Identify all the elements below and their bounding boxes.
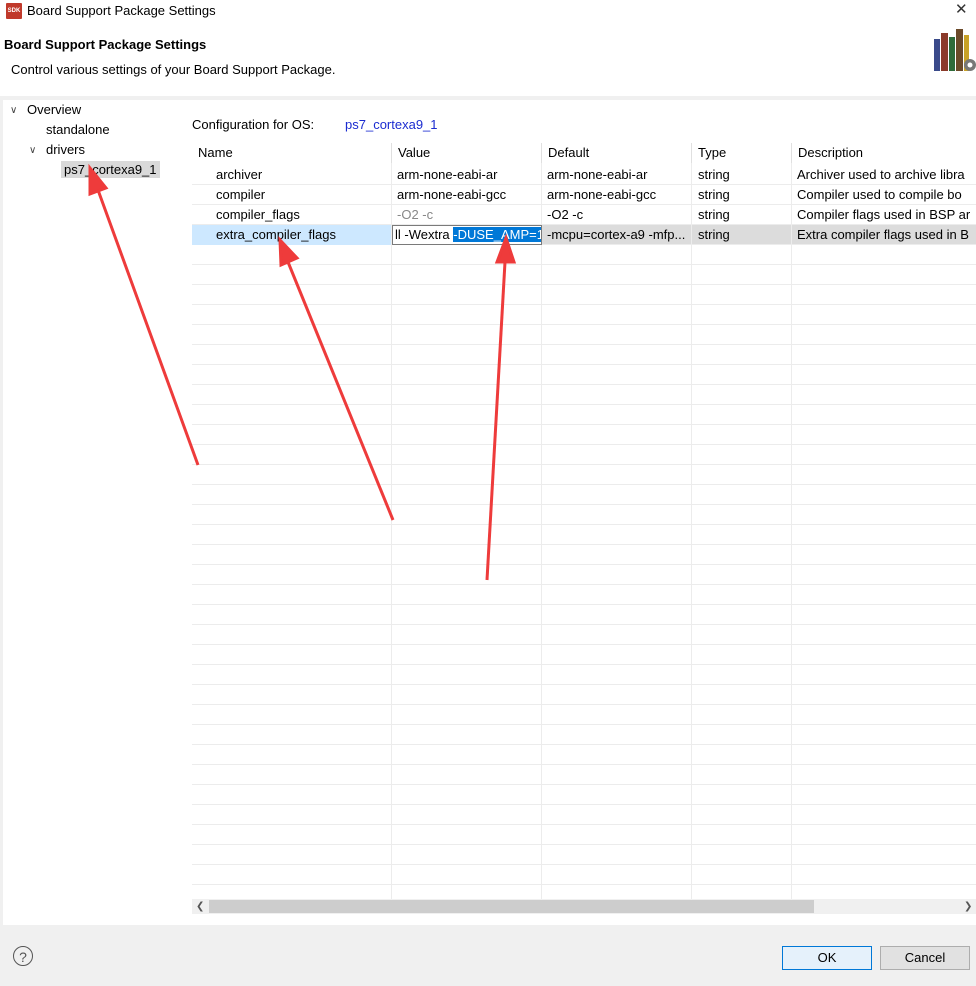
cell-type: string (692, 185, 792, 205)
cell-default: -mcpu=cortex-a9 -mfp... (542, 225, 692, 245)
empty-table-row (192, 865, 976, 885)
scroll-left-icon[interactable]: ❮ (196, 899, 204, 914)
cell-type: string (692, 225, 792, 245)
bsp-tree: ∨ Overview standalone ∨ drivers ps7_cort… (3, 100, 172, 925)
empty-table-row (192, 385, 976, 405)
empty-table-row (192, 785, 976, 805)
dialog-header: Board Support Package Settings Control v… (0, 22, 976, 96)
column-header-type[interactable]: Type (692, 143, 792, 163)
settings-table: Name Value Default Type Description arch… (192, 143, 976, 899)
cell-description: Extra compiler flags used in B (797, 227, 969, 242)
empty-table-row (192, 845, 976, 865)
cell-default: arm-none-eabi-gcc (542, 185, 692, 205)
column-header-value[interactable]: Value (392, 143, 542, 163)
empty-table-row (192, 285, 976, 305)
cell-default: arm-none-eabi-ar (542, 165, 692, 185)
cell-name: archiver (192, 165, 392, 185)
empty-table-row (192, 765, 976, 785)
close-icon[interactable]: ✕ (955, 0, 968, 18)
header-subtitle: Control various settings of your Board S… (11, 62, 336, 77)
empty-table-row (192, 705, 976, 725)
empty-table-row (192, 425, 976, 445)
tree-item-drivers[interactable]: drivers (46, 142, 85, 157)
empty-table-row (192, 825, 976, 845)
scrollbar-thumb[interactable] (209, 900, 814, 913)
cell-name: extra_compiler_flags (192, 225, 392, 245)
empty-table-row (192, 745, 976, 765)
cancel-button[interactable]: Cancel (880, 946, 970, 970)
cell-description: Compiler flags used in BSP ar (797, 207, 971, 222)
empty-table-row (192, 545, 976, 565)
cell-name: compiler_flags (192, 205, 392, 225)
tree-item-standalone[interactable]: standalone (46, 122, 110, 137)
empty-table-row (192, 265, 976, 285)
help-icon[interactable]: ? (13, 946, 33, 966)
cell-description: Archiver used to archive libra (797, 167, 965, 182)
empty-table-row (192, 445, 976, 465)
books-banner-icon (934, 29, 976, 71)
config-os-value: ps7_cortexa9_1 (345, 117, 438, 132)
empty-table-row (192, 725, 976, 745)
cell-value[interactable]: arm-none-eabi-gcc (392, 185, 542, 205)
cell-value[interactable]: -O2 -c (392, 205, 542, 225)
chevron-down-icon[interactable]: ∨ (10, 105, 17, 116)
empty-table-row (192, 645, 976, 665)
table-row-selected[interactable]: extra_compiler_flags ll -Wextra -DUSE_AM… (192, 225, 976, 245)
empty-table-row (192, 325, 976, 345)
column-header-name[interactable]: Name (192, 143, 392, 163)
empty-table-row (192, 485, 976, 505)
table-row[interactable]: compiler_flags -O2 -c -O2 -c string Comp… (192, 205, 976, 225)
ok-button[interactable]: OK (782, 946, 872, 970)
window-title: Board Support Package Settings (27, 3, 216, 18)
value-selected-text: -DUSE_AMP=1 (453, 227, 542, 242)
column-header-default[interactable]: Default (542, 143, 692, 163)
empty-table-row (192, 345, 976, 365)
empty-table-row (192, 885, 976, 899)
tree-item-overview[interactable]: Overview (27, 102, 81, 117)
empty-table-row (192, 625, 976, 645)
cell-type: string (692, 165, 792, 185)
tree-item-cpu[interactable]: ps7_cortexa9_1 (61, 161, 160, 178)
empty-table-row (192, 565, 976, 585)
table-row[interactable]: archiver arm-none-eabi-ar arm-none-eabi-… (192, 165, 976, 185)
horizontal-scrollbar[interactable]: ❮ ❯ (192, 899, 976, 914)
sdk-app-icon: SDK (6, 3, 22, 19)
empty-table-row (192, 365, 976, 385)
empty-table-row (192, 585, 976, 605)
empty-table-row (192, 685, 976, 705)
cell-type: string (692, 205, 792, 225)
cell-description: Compiler used to compile bo (797, 187, 962, 202)
config-os-label: Configuration for OS: (192, 117, 315, 132)
empty-table-row (192, 465, 976, 485)
empty-table-row (192, 525, 976, 545)
cell-name: compiler (192, 185, 392, 205)
value-text-prefix: ll -Wextra (395, 227, 454, 242)
empty-table-row (192, 505, 976, 525)
table-row[interactable]: compiler arm-none-eabi-gcc arm-none-eabi… (192, 185, 976, 205)
scroll-right-icon[interactable]: ❯ (964, 899, 972, 914)
empty-table-row (192, 245, 976, 265)
header-title: Board Support Package Settings (4, 37, 207, 52)
value-edit-field[interactable]: ll -Wextra -DUSE_AMP=1 (392, 225, 542, 245)
chevron-down-icon[interactable]: ∨ (29, 145, 36, 156)
cell-value[interactable]: arm-none-eabi-ar (392, 165, 542, 185)
empty-table-row (192, 405, 976, 425)
empty-table-row (192, 805, 976, 825)
empty-table-row (192, 605, 976, 625)
empty-table-row (192, 305, 976, 325)
cell-default: -O2 -c (542, 205, 692, 225)
empty-table-row (192, 665, 976, 685)
window-titlebar: SDK Board Support Package Settings ✕ (0, 0, 976, 22)
column-header-description[interactable]: Description (792, 143, 976, 163)
